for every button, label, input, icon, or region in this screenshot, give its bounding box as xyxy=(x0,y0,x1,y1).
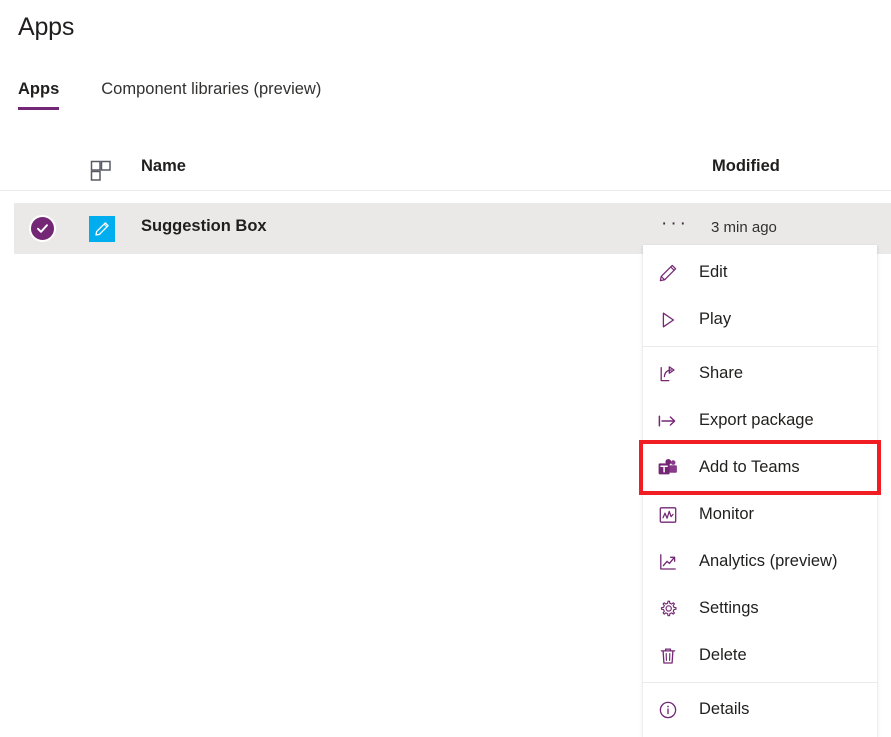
row-modified-time: 3 min ago xyxy=(711,219,777,236)
share-icon xyxy=(656,362,680,386)
menu-separator xyxy=(643,682,877,683)
gear-icon xyxy=(656,597,680,621)
menu-item-add-to-teams[interactable]: Add to Teams xyxy=(643,444,877,491)
menu-item-settings-label: Settings xyxy=(699,599,759,618)
app-name[interactable]: Suggestion Box xyxy=(141,217,267,236)
context-menu: Edit Play Share Export packa xyxy=(643,245,877,737)
menu-item-details-label: Details xyxy=(699,700,749,719)
menu-item-delete[interactable]: Delete xyxy=(643,632,877,679)
menu-item-monitor[interactable]: Monitor xyxy=(643,491,877,538)
play-icon xyxy=(656,308,680,332)
menu-item-share[interactable]: Share xyxy=(643,350,877,397)
menu-item-edit-label: Edit xyxy=(699,263,727,282)
column-header-name[interactable]: Name xyxy=(141,157,186,176)
tab-apps-label: Apps xyxy=(18,80,59,98)
menu-item-analytics[interactable]: Analytics (preview) xyxy=(643,538,877,585)
tab-apps[interactable]: Apps xyxy=(18,80,59,110)
page-title: Apps xyxy=(18,13,74,42)
menu-item-details[interactable]: Details xyxy=(643,686,877,733)
monitor-icon xyxy=(656,503,680,527)
export-icon xyxy=(656,409,680,433)
menu-item-monitor-label: Monitor xyxy=(699,505,754,524)
analytics-icon xyxy=(656,550,680,574)
menu-item-play[interactable]: Play xyxy=(643,296,877,343)
menu-item-edit[interactable]: Edit xyxy=(643,249,877,296)
info-icon xyxy=(656,698,680,722)
trash-icon xyxy=(656,644,680,668)
menu-item-analytics-label: Analytics (preview) xyxy=(699,552,837,571)
menu-item-share-label: Share xyxy=(699,364,743,383)
row-selection-checkmark[interactable] xyxy=(29,215,56,242)
menu-separator xyxy=(643,346,877,347)
grid-layout-icon[interactable] xyxy=(90,160,112,182)
list-header: Name Modified xyxy=(0,153,891,191)
pencil-icon xyxy=(656,261,680,285)
menu-item-settings[interactable]: Settings xyxy=(643,585,877,632)
tab-component-libraries-label: Component libraries (preview) xyxy=(101,80,321,98)
menu-item-export-package[interactable]: Export package xyxy=(643,397,877,444)
pencil-app-icon xyxy=(89,216,115,242)
pivot-tabs: Apps Component libraries (preview) xyxy=(18,80,363,110)
row-more-actions-button[interactable]: ··· xyxy=(655,214,695,242)
menu-item-delete-label: Delete xyxy=(699,646,747,665)
teams-icon xyxy=(656,456,680,480)
column-header-modified[interactable]: Modified xyxy=(712,157,780,176)
tab-component-libraries[interactable]: Component libraries (preview) xyxy=(101,80,321,110)
menu-item-add-to-teams-label: Add to Teams xyxy=(699,458,800,477)
menu-item-play-label: Play xyxy=(699,310,731,329)
menu-item-export-package-label: Export package xyxy=(699,411,814,430)
